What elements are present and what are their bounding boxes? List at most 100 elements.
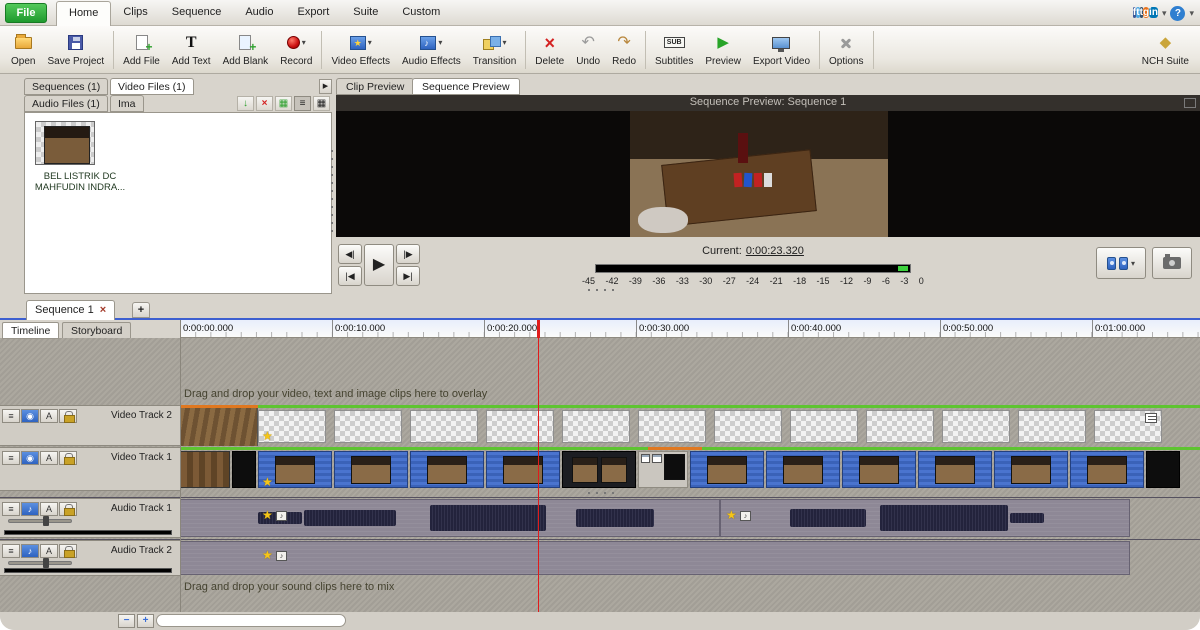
timeline-clip-video[interactable]: [638, 451, 688, 488]
tab-clips[interactable]: Clips: [111, 0, 159, 26]
timeline-clip-overlay[interactable]: [334, 410, 402, 443]
timeline-clip-video[interactable]: [766, 451, 840, 488]
track-lock-icon[interactable]: [59, 451, 77, 465]
open-button[interactable]: Open: [5, 28, 41, 72]
transition-button[interactable]: ▾ Transition: [467, 28, 523, 72]
track-visibility-icon[interactable]: ◉: [21, 451, 39, 465]
track-solo-icon[interactable]: A: [40, 451, 58, 465]
add-media-icon[interactable]: ▦: [275, 96, 292, 111]
track-menu-icon[interactable]: ≡: [2, 502, 20, 516]
track-solo-icon[interactable]: A: [40, 544, 58, 558]
track-volume-slider[interactable]: [8, 558, 72, 568]
track-menu-icon[interactable]: ≡: [2, 544, 20, 558]
tab-sequence[interactable]: Sequence: [160, 0, 234, 26]
media-file-list[interactable]: BEL LISTRIK DC MAHFUDIN INDRA...: [24, 112, 332, 294]
clip-effects-star-icon[interactable]: ★: [262, 548, 273, 562]
add-file-button[interactable]: Add File: [117, 28, 166, 72]
file-menu-button[interactable]: File: [5, 3, 47, 23]
track-visibility-icon[interactable]: ◉: [21, 409, 39, 423]
clip-effects-star-icon[interactable]: ★: [726, 508, 737, 522]
clip-volume-icon[interactable]: ♪: [740, 511, 751, 521]
tab-audio[interactable]: Audio: [233, 0, 285, 26]
add-to-sequence-icon[interactable]: ↓: [237, 96, 254, 111]
timeline-clip-video[interactable]: [410, 451, 484, 488]
timeline-clip-video[interactable]: [918, 451, 992, 488]
timeline-clip-video[interactable]: [486, 451, 560, 488]
timeline-clip-overlay[interactable]: [790, 410, 858, 443]
track-volume-slider[interactable]: [8, 516, 72, 526]
undo-button[interactable]: ↶ Undo: [570, 28, 606, 72]
chevron-down-icon[interactable]: ▾: [368, 38, 372, 47]
options-button[interactable]: Options: [823, 28, 869, 72]
tab-scroll-right-icon[interactable]: ▶: [319, 79, 332, 94]
save-project-button[interactable]: Save Project: [41, 28, 110, 72]
timeline-clip-overlay[interactable]: [486, 410, 554, 443]
tab-export[interactable]: Export: [285, 0, 341, 26]
preview-viewport[interactable]: Sequence Preview: Sequence 1: [336, 95, 1200, 237]
horizontal-splitter-handle[interactable]: [588, 492, 616, 494]
chevron-down-icon[interactable]: ▾: [438, 38, 442, 47]
play-button[interactable]: ▶: [364, 244, 394, 286]
subtitles-button[interactable]: SUB Subtitles: [649, 28, 699, 72]
tab-clip-preview[interactable]: Clip Preview: [336, 78, 415, 95]
tab-images[interactable]: Ima: [110, 95, 144, 112]
tab-home[interactable]: Home: [56, 1, 112, 26]
chevron-down-icon[interactable]: ▾: [1189, 8, 1194, 19]
nch-suite-button[interactable]: ◆ NCH Suite: [1136, 28, 1195, 72]
tab-sequences[interactable]: Sequences (1): [24, 78, 109, 95]
clip-menu-icon[interactable]: [1145, 413, 1157, 423]
playhead-handle[interactable]: [537, 320, 540, 338]
tab-timeline-view[interactable]: Timeline: [2, 322, 60, 339]
record-button[interactable]: ▾ Record: [274, 28, 318, 72]
audio-track-2-content[interactable]: ★ ♪: [180, 540, 1200, 576]
audio-effects-button[interactable]: ▾Audio Effects: [396, 28, 467, 72]
timeline-clip-video[interactable]: [232, 451, 256, 488]
tab-custom[interactable]: Custom: [390, 0, 452, 26]
zoom-in-button[interactable]: +: [137, 614, 154, 628]
go-to-end-button[interactable]: ▶|: [396, 266, 420, 286]
timeline-ruler[interactable]: 0:00:00.000 0:00:10.000 0:00:20.000 0:00…: [180, 320, 1200, 338]
track-mute-icon[interactable]: ♪: [21, 502, 39, 516]
clip-volume-icon[interactable]: ♪: [276, 511, 287, 521]
tab-sequence-preview[interactable]: Sequence Preview: [412, 78, 520, 95]
clip-effects-star-icon[interactable]: ★: [262, 429, 273, 443]
video-track-2-content[interactable]: ★: [180, 405, 1200, 446]
audio-track-1-content[interactable]: ★ ♪ ★ ♪: [180, 498, 1200, 538]
timeline-clip-video[interactable]: [690, 451, 764, 488]
timeline-clip-video[interactable]: [180, 451, 230, 488]
track-lock-icon[interactable]: [59, 409, 77, 423]
export-video-button[interactable]: Export Video: [747, 28, 816, 72]
add-text-button[interactable]: T Add Text: [166, 28, 217, 72]
track-menu-icon[interactable]: ≡: [2, 409, 20, 423]
timeline-clip-video[interactable]: [994, 451, 1068, 488]
track-menu-icon[interactable]: ≡: [2, 451, 20, 465]
list-view-icon[interactable]: ≡: [294, 96, 311, 111]
horizontal-splitter-handle[interactable]: [588, 289, 616, 291]
go-to-start-button[interactable]: |◀: [338, 266, 362, 286]
timeline-clip-overlay[interactable]: [866, 410, 934, 443]
zoom-out-button[interactable]: −: [118, 614, 135, 628]
preview-button[interactable]: ▶ Preview: [699, 28, 747, 72]
timeline-zoom-slider[interactable]: [156, 614, 346, 627]
track-solo-icon[interactable]: A: [40, 409, 58, 423]
clip-effects-star-icon[interactable]: ★: [262, 508, 273, 522]
social-icon[interactable]: in: [1149, 7, 1158, 18]
close-tab-icon[interactable]: ×: [100, 304, 106, 316]
thumbnail-view-icon[interactable]: ▦: [313, 96, 330, 111]
redo-button[interactable]: ↷ Redo: [606, 28, 642, 72]
timeline-clip-video[interactable]: [1146, 451, 1180, 488]
tab-audio-files[interactable]: Audio Files (1): [24, 95, 108, 112]
snapshot-button[interactable]: [1152, 247, 1192, 279]
step-back-button[interactable]: ◀|: [338, 244, 362, 264]
tab-suite[interactable]: Suite: [341, 0, 390, 26]
delete-button[interactable]: × Delete: [529, 28, 570, 72]
video-effects-button[interactable]: ▾Video Effects: [325, 28, 396, 72]
audio-clip[interactable]: [180, 541, 1130, 575]
timeline-clip-overlay[interactable]: [942, 410, 1010, 443]
add-sequence-button[interactable]: +: [132, 302, 150, 318]
track-lock-icon[interactable]: [59, 502, 77, 516]
sequence-tab[interactable]: Sequence 1 ×: [26, 300, 116, 320]
timeline-clip-overlay[interactable]: [180, 408, 258, 446]
timeline-clip-overlay[interactable]: [562, 410, 630, 443]
media-file-thumbnail[interactable]: [35, 121, 95, 165]
